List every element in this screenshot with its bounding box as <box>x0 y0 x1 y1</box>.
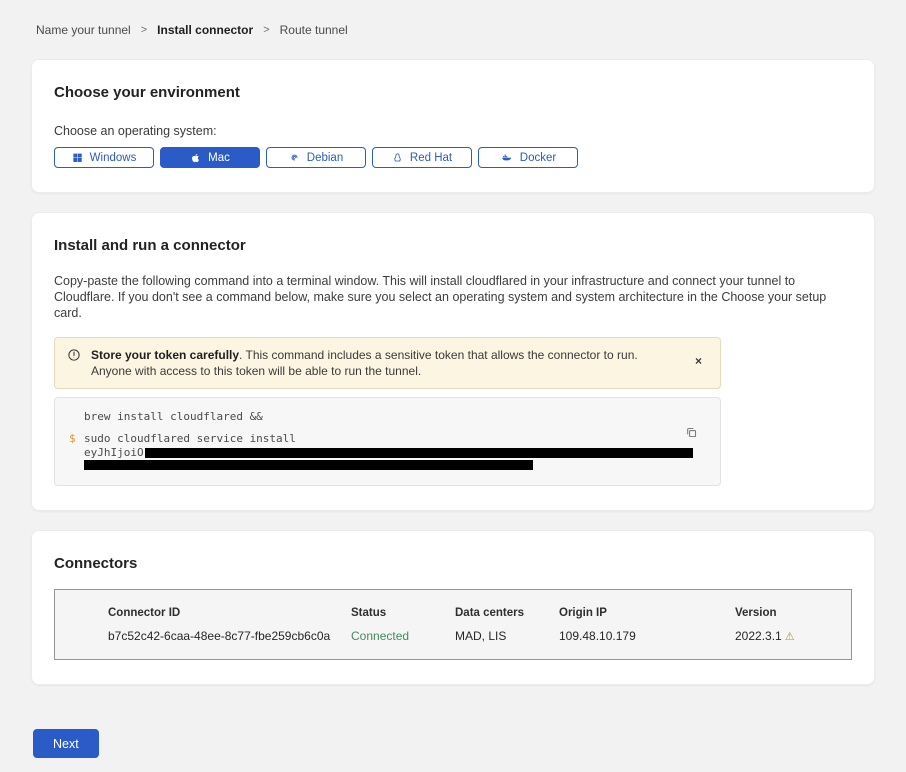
alert-circle-icon <box>67 348 81 366</box>
environment-card-title: Choose your environment <box>54 84 852 101</box>
os-button-mac[interactable]: Mac <box>160 147 260 168</box>
next-button[interactable]: Next <box>33 729 99 758</box>
page: Name your tunnel > Install connector > R… <box>0 0 906 772</box>
close-icon[interactable]: × <box>691 353 706 369</box>
apple-logo-icon <box>190 152 201 164</box>
col-header-version: Version <box>735 607 851 629</box>
debian-swirl-icon <box>289 152 300 163</box>
status-badge: Connected <box>351 629 455 643</box>
os-button-label: Red Hat <box>410 152 452 164</box>
connectors-table: Connector ID Status Data centers Origin … <box>54 589 852 660</box>
os-button-docker[interactable]: Docker <box>478 147 578 168</box>
breadcrumb: Name your tunnel > Install connector > R… <box>31 0 875 59</box>
connectors-table-header-row: Connector ID Status Data centers Origin … <box>108 607 851 629</box>
copy-icon[interactable] <box>685 426 698 442</box>
col-header-status: Status <box>351 607 455 629</box>
connectors-card: Connectors Connector ID Status Data cent… <box>31 530 875 685</box>
install-command-code-block: brew install cloudflared && $ sudo cloud… <box>54 397 721 486</box>
breadcrumb-route-tunnel[interactable]: Route tunnel <box>280 23 348 37</box>
docker-whale-icon <box>500 152 513 163</box>
origin-ip-value: 109.48.10.179 <box>559 629 735 643</box>
code-line-token-2 <box>69 460 706 474</box>
redacted-token-bar <box>145 448 693 458</box>
table-row: b7c52c42-6caa-48ee-8c77-fbe259cb6c0a Con… <box>108 629 851 643</box>
os-select-label: Choose an operating system: <box>54 124 852 138</box>
install-connector-card: Install and run a connector Copy-paste t… <box>31 212 875 511</box>
os-button-label: Debian <box>307 152 343 164</box>
os-button-label: Windows <box>90 152 137 164</box>
col-header-origin-ip: Origin IP <box>559 607 735 629</box>
code-line-token: eyJhIjoiO <box>69 446 706 460</box>
code-sudo-text: sudo cloudflared service install <box>84 432 296 446</box>
os-button-windows[interactable]: Windows <box>54 147 154 168</box>
token-warning-banner: Store your token carefully. This command… <box>54 337 721 389</box>
code-line-brew: brew install cloudflared && <box>69 410 706 424</box>
breadcrumb-separator: > <box>263 24 269 36</box>
tux-penguin-icon <box>392 152 403 164</box>
os-button-label: Docker <box>520 152 556 164</box>
token-warning-text: Store your token carefully. This command… <box>91 347 667 379</box>
version-value: 2022.3.1⚠ <box>735 629 851 643</box>
os-button-group: Windows Mac Debian Red Hat <box>54 147 852 168</box>
breadcrumb-name-your-tunnel[interactable]: Name your tunnel <box>36 23 131 37</box>
breadcrumb-install-connector[interactable]: Install connector <box>157 23 253 37</box>
os-button-debian[interactable]: Debian <box>266 147 366 168</box>
connector-id-value: b7c52c42-6caa-48ee-8c77-fbe259cb6c0a <box>108 629 351 643</box>
redacted-token-bar <box>84 460 533 470</box>
code-line-sudo: $ sudo cloudflared service install <box>69 432 706 446</box>
data-centers-value: MAD, LIS <box>455 629 559 643</box>
token-warning-bold: Store your token carefully <box>91 348 239 362</box>
token-prefix: eyJhIjoiO <box>84 446 144 459</box>
shell-prompt: $ <box>69 432 84 446</box>
version-warning-icon: ⚠ <box>785 631 795 643</box>
os-button-redhat[interactable]: Red Hat <box>372 147 472 168</box>
install-connector-title: Install and run a connector <box>54 237 852 254</box>
windows-logo-icon <box>72 152 83 163</box>
breadcrumb-separator: > <box>141 24 147 36</box>
environment-card: Choose your environment Choose an operat… <box>31 59 875 193</box>
install-connector-description: Copy-paste the following command into a … <box>54 273 852 321</box>
col-header-connector-id: Connector ID <box>108 607 351 629</box>
col-header-data-centers: Data centers <box>455 607 559 629</box>
connectors-title: Connectors <box>54 555 852 572</box>
os-button-label: Mac <box>208 152 230 164</box>
